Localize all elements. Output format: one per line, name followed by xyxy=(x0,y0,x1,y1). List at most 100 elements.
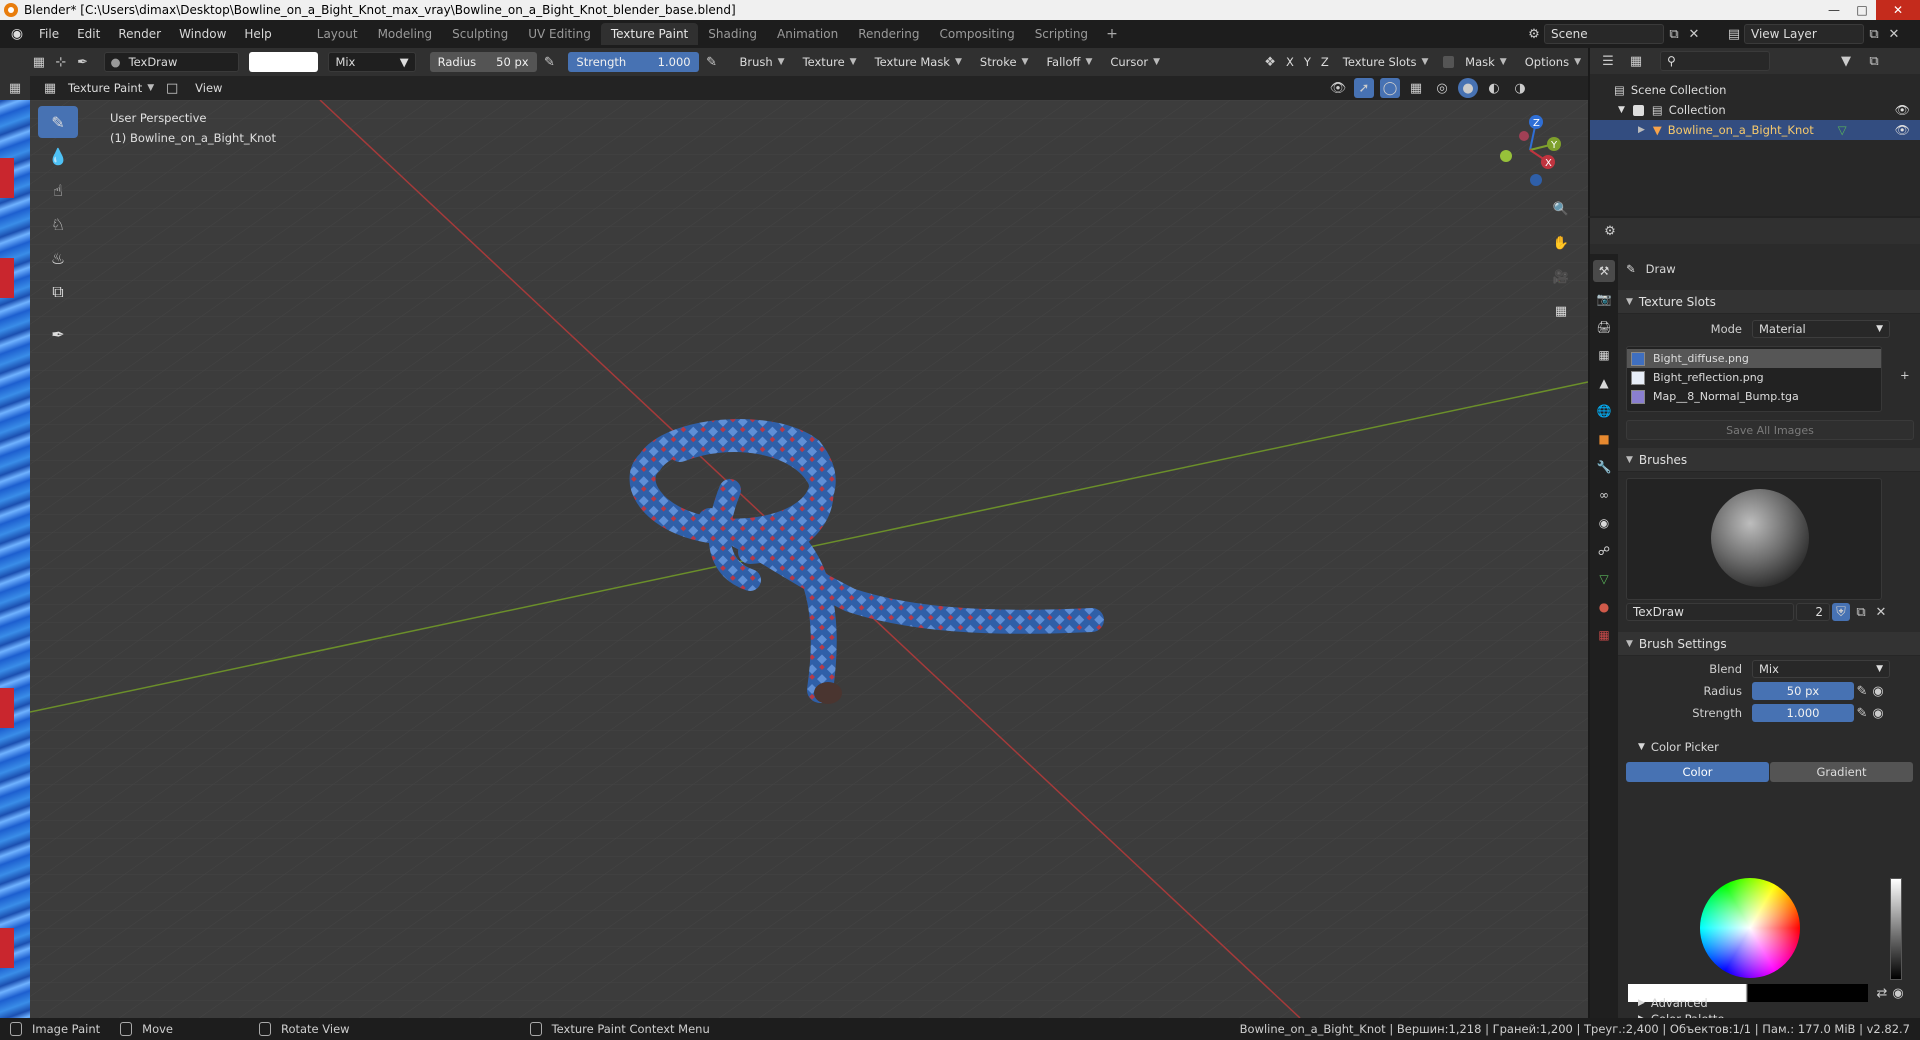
maximize-button[interactable]: □ xyxy=(1848,0,1876,20)
outliner-row-object[interactable]: ▶ ▼ Bowline_on_a_Bight_Knot ▽ 👁 xyxy=(1590,120,1920,140)
tool-tab-icon[interactable]: ⚒ xyxy=(1593,260,1615,282)
brush-menu[interactable]: Brush ▼ xyxy=(732,52,791,72)
add-workspace-icon[interactable]: + xyxy=(1098,26,1126,42)
new-view-layer-icon[interactable]: ⧉ xyxy=(1864,24,1884,44)
blend-mode-select[interactable]: Mix ▼ xyxy=(328,52,416,72)
visibility-eye-icon[interactable]: 👁 xyxy=(1895,123,1910,137)
falloff-menu[interactable]: Falloff ▼ xyxy=(1039,52,1099,72)
texture-mask-menu[interactable]: Texture Mask ▼ xyxy=(868,52,969,72)
new-collection-icon[interactable]: ⧉ xyxy=(1864,51,1884,71)
mask-tool-icon[interactable]: ⧉ xyxy=(38,276,78,308)
unified-setting-icon[interactable]: ◉ xyxy=(1870,703,1886,723)
cursor-menu[interactable]: Cursor ▼ xyxy=(1103,52,1167,72)
stroke-menu[interactable]: Stroke ▼ xyxy=(973,52,1036,72)
strength-slider[interactable]: Strength 1.000 xyxy=(568,52,699,72)
add-texture-slot-icon[interactable]: + xyxy=(1900,368,1910,382)
image-editor-strip[interactable] xyxy=(0,48,30,1018)
blender-menu-icon[interactable]: ◉ xyxy=(4,24,30,44)
texture-slots-menu[interactable]: Texture Slots ▼ xyxy=(1336,52,1436,72)
gizmo-toggle-icon[interactable]: ➚ xyxy=(1354,78,1374,98)
tab-rendering[interactable]: Rendering xyxy=(848,23,929,45)
pressure-icon[interactable]: ✎ xyxy=(1854,681,1870,701)
new-brush-icon[interactable]: ⧉ xyxy=(1852,602,1870,622)
swap-colors-icon[interactable]: ⇄ xyxy=(1874,984,1890,1002)
outliner-row-collection[interactable]: ▼ ▤ Collection 👁 xyxy=(1590,100,1920,120)
new-scene-icon[interactable]: ⧉ xyxy=(1664,24,1684,44)
rendered-shading-icon[interactable]: ◑ xyxy=(1510,78,1530,98)
unified-setting-icon[interactable]: ◉ xyxy=(1870,681,1886,701)
world-tab-icon[interactable]: 🌐 xyxy=(1593,400,1615,422)
list-item[interactable]: Map__8_Normal_Bump.tga xyxy=(1627,387,1881,406)
list-item[interactable]: Bight_diffuse.png xyxy=(1627,349,1881,368)
collection-checkbox[interactable] xyxy=(1632,104,1644,116)
unified-color-icon[interactable]: ◉ xyxy=(1890,984,1906,1002)
brush-name-input[interactable]: TexDraw xyxy=(1626,603,1794,621)
tab-modeling[interactable]: Modeling xyxy=(368,23,443,45)
tab-uv-editing[interactable]: UV Editing xyxy=(518,23,601,45)
strength-slider[interactable]: 1.000 xyxy=(1752,704,1854,722)
material-tab-icon[interactable]: ● xyxy=(1593,596,1615,618)
brushes-panel-header[interactable]: ▼ Brushes xyxy=(1618,448,1920,472)
wireframe-shading-icon[interactable]: ◎ xyxy=(1432,78,1452,98)
soften-tool-icon[interactable]: 💧 xyxy=(38,140,78,172)
tab-scripting[interactable]: Scripting xyxy=(1025,23,1098,45)
view-layer-field[interactable]: View Layer xyxy=(1744,24,1864,44)
menu-render[interactable]: Render xyxy=(109,27,170,41)
expand-right-icon[interactable]: ▶ xyxy=(1638,125,1645,135)
advanced-subpanel-header[interactable]: ▶ Advanced xyxy=(1638,996,1708,1010)
symmetry-y-toggle[interactable]: Y xyxy=(1301,52,1314,72)
scene-field[interactable]: Scene xyxy=(1544,24,1664,44)
value-slider[interactable] xyxy=(1890,878,1902,980)
texture-menu[interactable]: Texture ▼ xyxy=(796,52,864,72)
pressure-icon[interactable]: ✎ xyxy=(1854,703,1870,723)
tab-shading[interactable]: Shading xyxy=(698,23,767,45)
tab-gradient[interactable]: Gradient xyxy=(1770,762,1913,782)
view-menu[interactable]: View xyxy=(188,78,229,98)
mask-menu[interactable]: Mask ▼ xyxy=(1458,52,1514,72)
paint-mask-icon[interactable]: □ xyxy=(162,78,182,98)
tab-animation[interactable]: Animation xyxy=(767,23,848,45)
3d-viewport[interactable]: User Perspective (1) Bowline_on_a_Bight_… xyxy=(30,100,1588,1018)
physics-tab-icon[interactable]: ◉ xyxy=(1593,512,1615,534)
mask-checkbox[interactable] xyxy=(1443,56,1455,68)
close-button[interactable]: ✕ xyxy=(1876,0,1920,20)
delete-view-layer-icon[interactable]: ✕ xyxy=(1884,24,1904,44)
properties-type-icon[interactable]: ⚙ xyxy=(1600,221,1620,241)
mode-icon[interactable]: ⊹ xyxy=(52,52,70,72)
symmetry-x-toggle[interactable]: X xyxy=(1283,52,1297,72)
particles-tab-icon[interactable]: ∞ xyxy=(1593,484,1615,506)
texture-tab-icon[interactable]: ▦ xyxy=(1593,624,1615,646)
symmetry-z-toggle[interactable]: Z xyxy=(1318,52,1332,72)
tab-sculpting[interactable]: Sculpting xyxy=(442,23,518,45)
camera-view-icon[interactable]: 🎥 xyxy=(1548,264,1574,290)
constraints-tab-icon[interactable]: ☍ xyxy=(1593,540,1615,562)
brush-users-count[interactable]: 2 xyxy=(1796,603,1830,621)
fake-user-icon[interactable]: ⛨ xyxy=(1832,603,1850,621)
brush-name-field[interactable]: ● TexDraw xyxy=(103,52,239,72)
options-menu[interactable]: Options ▼ xyxy=(1518,52,1588,72)
outliner-search-input[interactable]: ⚲ xyxy=(1660,51,1770,71)
pan-hand-icon[interactable]: ✋ xyxy=(1548,230,1574,256)
solid-shading-icon[interactable]: ● xyxy=(1458,78,1478,98)
draw-tool-icon[interactable]: ✎ xyxy=(38,106,78,138)
navigation-gizmo[interactable]: Z Y X xyxy=(1494,112,1564,192)
display-mode-icon[interactable]: ▦ xyxy=(1626,51,1646,71)
menu-file[interactable]: File xyxy=(30,27,68,41)
overlay-toggle-icon[interactable]: ◯ xyxy=(1380,78,1400,98)
view-layer-selector[interactable]: ▤ View Layer ⧉ ✕ xyxy=(1724,23,1914,45)
list-item[interactable]: Bight_reflection.png xyxy=(1627,368,1881,387)
ortho-grid-icon[interactable]: ▦ xyxy=(1548,298,1574,324)
scene-tab-icon[interactable]: ▲ xyxy=(1593,372,1615,394)
grid-icon[interactable]: ▦ xyxy=(5,78,25,98)
delete-scene-icon[interactable]: ✕ xyxy=(1684,24,1704,44)
expand-down-icon[interactable]: ▼ xyxy=(1618,105,1625,115)
pressure-strength-icon[interactable]: ✎ xyxy=(703,52,721,72)
modifier-tab-icon[interactable]: 🔧 xyxy=(1593,456,1615,478)
mode-select[interactable]: Material ▼ xyxy=(1752,320,1890,338)
view-layer-tab-icon[interactable]: ▦ xyxy=(1593,344,1615,366)
save-all-images-button[interactable]: Save All Images xyxy=(1626,420,1914,440)
xray-icon[interactable]: ▦ xyxy=(1406,78,1426,98)
render-tab-icon[interactable]: 📷 xyxy=(1593,288,1615,310)
outliner-row-scene-collection[interactable]: ▤ Scene Collection xyxy=(1590,80,1920,100)
scene-selector[interactable]: ⚙ Scene ⧉ ✕ xyxy=(1524,23,1710,45)
